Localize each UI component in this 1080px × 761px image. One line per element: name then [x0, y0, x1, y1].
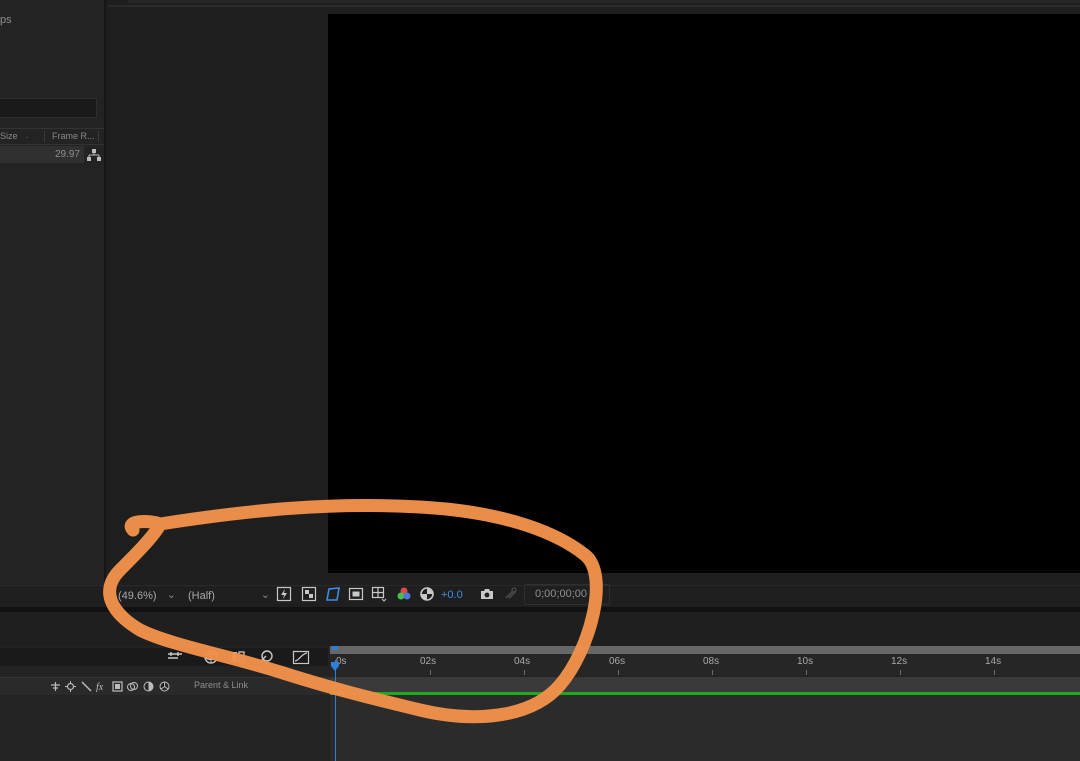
fast-previews-icon[interactable]: [276, 586, 292, 602]
transparency-grid-icon[interactable]: [301, 586, 317, 602]
ruler-tick: [900, 670, 901, 675]
svg-text:fx: fx: [96, 682, 104, 692]
current-time-value: 0;00;00;00: [535, 588, 587, 600]
region-of-interest-icon[interactable]: [348, 586, 364, 602]
ruler-label: 04s: [514, 656, 531, 667]
ruler-tick: [994, 670, 995, 675]
color-channel-icon[interactable]: [396, 586, 412, 602]
ruler-tick: [430, 670, 431, 675]
ruler-label: 10s: [797, 656, 814, 667]
collapse-icon[interactable]: [65, 681, 76, 692]
composition-canvas[interactable]: [328, 14, 1080, 573]
composition-mini-flowchart-icon[interactable]: [166, 649, 184, 665]
timeline-search-row[interactable]: [0, 648, 328, 666]
track-area[interactable]: [330, 695, 1080, 761]
quality-icon[interactable]: [81, 681, 92, 692]
3d-layer-icon[interactable]: [159, 681, 170, 692]
frame-blending-icon[interactable]: [230, 649, 248, 665]
project-item-frame-rate: 29.97: [54, 149, 80, 160]
ruler-label: 08s: [703, 656, 720, 667]
ruler-label: 12s: [891, 656, 908, 667]
frame-blend-icon[interactable]: [112, 681, 123, 692]
ruler-label: 02s: [420, 656, 437, 667]
project-item-row[interactable]: 29.97: [0, 146, 84, 163]
adjustment-icon[interactable]: [143, 681, 154, 692]
ruler-tick: [618, 670, 619, 675]
exposure-value[interactable]: +0.0: [441, 589, 463, 601]
mask-path-icon[interactable]: [325, 586, 341, 602]
motion-blur-icon[interactable]: [257, 649, 275, 665]
column-size[interactable]: Size: [0, 131, 18, 141]
project-panel: ps Size . Frame R... 29.97: [0, 0, 106, 585]
chevron-down-icon: ⌄: [166, 589, 176, 601]
current-time-indicator-handle[interactable]: [330, 646, 340, 672]
magnification-value: (49.6%): [118, 590, 157, 602]
fx-icon[interactable]: fx: [96, 681, 107, 692]
shy-icon[interactable]: [50, 681, 61, 692]
ruler-label: 06s: [609, 656, 626, 667]
ruler-tick: [806, 670, 807, 675]
color-management-icon[interactable]: [419, 586, 435, 602]
viewer-divider: [108, 5, 1080, 7]
project-search-input[interactable]: [0, 98, 97, 118]
parent-link-column[interactable]: Parent & Link: [194, 680, 248, 690]
show-snapshot-icon[interactable]: [503, 586, 519, 602]
resolution-select[interactable]: (Half) ⌄: [186, 588, 272, 604]
flowchart-icon[interactable]: [86, 149, 102, 161]
column-sort-dot: .: [26, 130, 29, 140]
motion-blur-icon[interactable]: [127, 681, 138, 692]
viewer-tab-strip: [128, 0, 1080, 3]
resolution-value: (Half): [188, 590, 215, 602]
chevron-down-icon: ⌄: [260, 589, 270, 601]
project-column-header: Size . Frame R...: [0, 128, 104, 145]
magnification-select[interactable]: (49.6%) ⌄: [116, 588, 178, 604]
timeline-tab-bar: [0, 612, 1080, 646]
project-title-fragment: ps: [0, 14, 12, 26]
column-frame-rate[interactable]: Frame R...: [52, 131, 95, 141]
ruler-tick: [712, 670, 713, 675]
draft-3d-icon[interactable]: [202, 649, 220, 665]
current-time-indicator-line[interactable]: [335, 660, 336, 761]
column-divider[interactable]: [44, 131, 45, 142]
ruler-label: 14s: [985, 656, 1002, 667]
column-divider[interactable]: [98, 131, 99, 142]
current-time-field[interactable]: 0;00;00;00: [524, 584, 610, 605]
work-area-bar[interactable]: [330, 646, 1080, 654]
ruler-tick: [524, 670, 525, 675]
graph-editor-icon[interactable]: [292, 649, 310, 665]
layer-list-area[interactable]: [0, 695, 328, 761]
grid-guides-icon[interactable]: [371, 586, 387, 602]
snapshot-icon[interactable]: [479, 586, 495, 602]
